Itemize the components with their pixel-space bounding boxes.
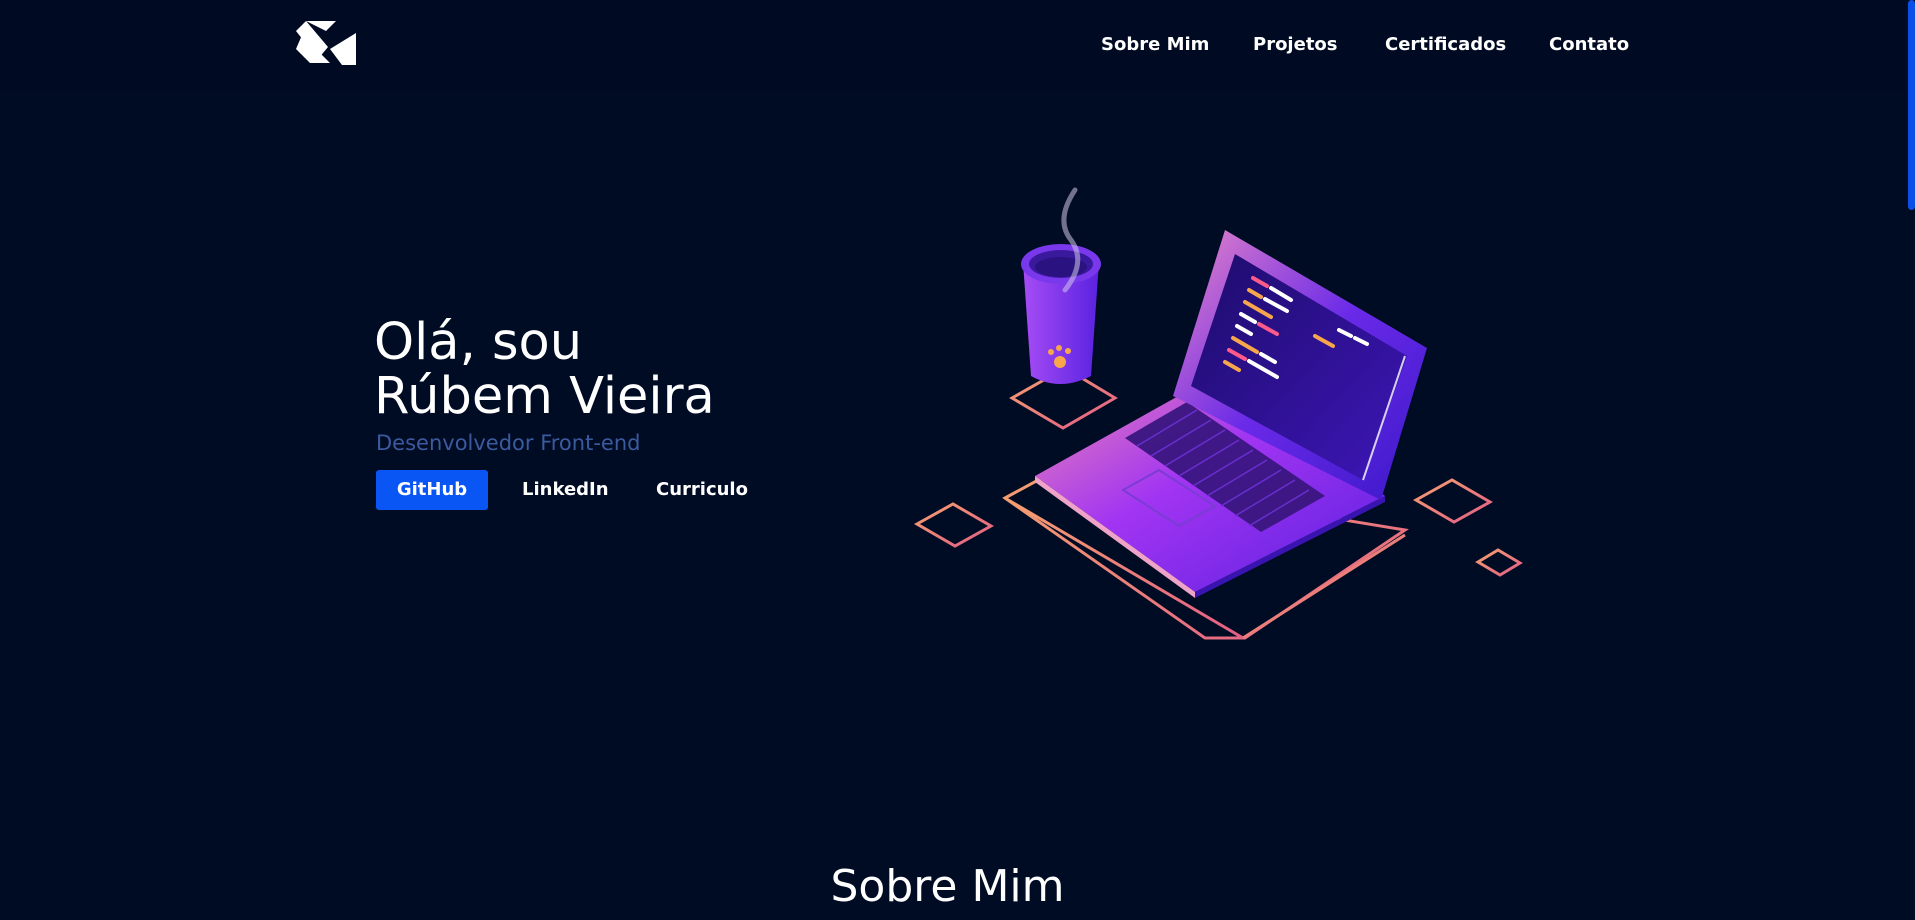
- curriculo-button[interactable]: Curriculo: [656, 470, 748, 510]
- hero-title-line-1: Olá, sou: [374, 313, 583, 372]
- section-title-sobre-mim: Sobre Mim: [830, 861, 1065, 912]
- linkedin-button[interactable]: LinkedIn: [522, 470, 609, 510]
- nav-link-contato[interactable]: Contato: [1549, 33, 1629, 57]
- laptop-coffee-illustration: [913, 187, 1523, 640]
- decor-diamond-right: [1412, 478, 1494, 524]
- coffee-cup: [1021, 244, 1101, 384]
- nav-link-projetos[interactable]: Projetos: [1253, 33, 1338, 57]
- hero-title-line-2: Rúbem Vieira: [374, 367, 715, 426]
- hero-subtitle: Desenvolvedor Front-end: [376, 431, 641, 455]
- hero-title: Olá, sou Rúbem Vieira: [374, 316, 814, 424]
- decor-diamond-small: [1475, 548, 1523, 577]
- site-header: Sobre Mim Projetos Certificados Contato: [0, 0, 1915, 90]
- github-button[interactable]: GitHub: [376, 470, 488, 510]
- scrollbar-thumb[interactable]: [1908, 0, 1915, 210]
- main-nav: Sobre Mim Projetos Certificados Contato: [0, 33, 1915, 59]
- nav-link-certificados[interactable]: Certificados: [1385, 33, 1506, 57]
- page: Sobre Mim Projetos Certificados Contato …: [0, 0, 1915, 920]
- scrollbar-track[interactable]: [1905, 0, 1915, 920]
- decor-diamond-left: [913, 502, 995, 548]
- nav-link-sobre-mim[interactable]: Sobre Mim: [1101, 33, 1209, 57]
